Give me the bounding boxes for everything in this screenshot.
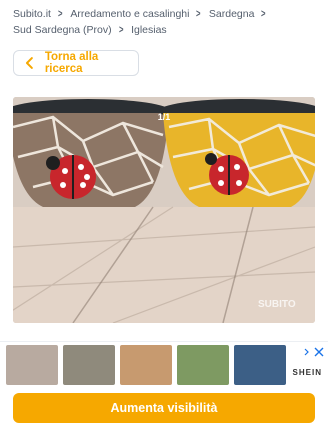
breadcrumb-category[interactable]: Arredamento e casalinghi — [70, 6, 189, 22]
close-icon — [314, 347, 324, 357]
ad-thumbnail[interactable] — [177, 345, 229, 385]
breadcrumb: Subito.it > Arredamento e casalinghi > S… — [13, 6, 318, 38]
ad-banner[interactable]: SHEIN — [0, 341, 328, 388]
ad-thumbnail[interactable] — [63, 345, 115, 385]
ad-thumbnail[interactable] — [234, 345, 286, 385]
ad-close-button[interactable] — [304, 345, 324, 359]
breadcrumb-city[interactable]: Iglesias — [131, 22, 167, 38]
chevron-right-icon: > — [57, 8, 63, 20]
breadcrumb-province[interactable]: Sud Sardegna (Prov) — [13, 22, 112, 38]
back-to-search-button[interactable]: Torna alla ricerca — [13, 50, 139, 76]
chevron-right-icon: > — [196, 8, 201, 20]
breadcrumb-home[interactable]: Subito.it — [13, 6, 51, 22]
back-to-search-label: Torna alla ricerca — [44, 51, 99, 75]
chevron-right-icon: > — [261, 8, 266, 20]
ad-thumbnail[interactable] — [120, 345, 172, 385]
ad-thumbnail[interactable] — [6, 345, 58, 385]
boost-visibility-button[interactable]: Aumenta visibilità — [13, 393, 315, 423]
watermark: SUBITO — [258, 299, 296, 310]
chevron-right-icon: > — [118, 24, 124, 36]
info-icon — [304, 348, 309, 356]
listing-photo[interactable]: SUBITO — [13, 97, 315, 323]
ad-brand: SHEIN — [292, 368, 322, 377]
breadcrumb-region[interactable]: Sardegna — [209, 6, 255, 22]
chevron-left-icon — [25, 57, 33, 69]
photo-counter: 1/1 — [157, 112, 171, 122]
